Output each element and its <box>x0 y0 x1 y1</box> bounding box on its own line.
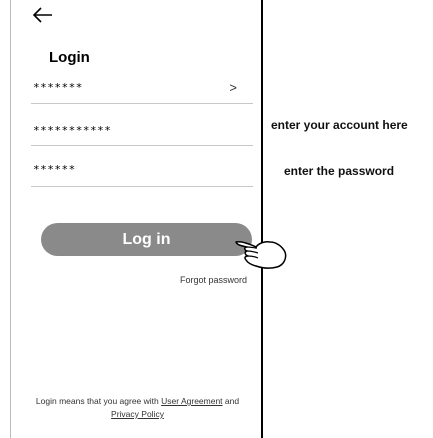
page-title: Login <box>49 49 90 66</box>
privacy-policy-link[interactable]: Privacy Policy <box>111 409 164 419</box>
agreement-text: Login means that you agree with User Agr… <box>11 395 264 421</box>
account-value: *********** <box>33 124 112 137</box>
pointing-hand-icon <box>235 241 287 269</box>
agreement-prefix: Login means that you agree with <box>35 396 162 406</box>
password-field[interactable]: ****** <box>31 163 253 187</box>
login-button[interactable]: Log in <box>41 223 252 256</box>
back-arrow-icon[interactable] <box>31 3 55 27</box>
region-selector[interactable]: ******* > <box>31 80 253 104</box>
chevron-right-icon: > <box>229 80 237 95</box>
user-agreement-link[interactable]: User Agreement <box>161 396 222 406</box>
password-hint-annotation: enter the password <box>284 164 395 178</box>
password-value: ****** <box>33 163 76 176</box>
region-value: ******* <box>33 81 83 94</box>
forgot-password-link[interactable]: Forgot password <box>180 275 247 285</box>
phone-screen: Login ******* > *********** ****** Log i… <box>10 0 263 438</box>
account-field[interactable]: *********** <box>31 118 253 146</box>
agreement-and: and <box>222 396 240 406</box>
account-hint-annotation: enter your account here <box>271 118 408 132</box>
